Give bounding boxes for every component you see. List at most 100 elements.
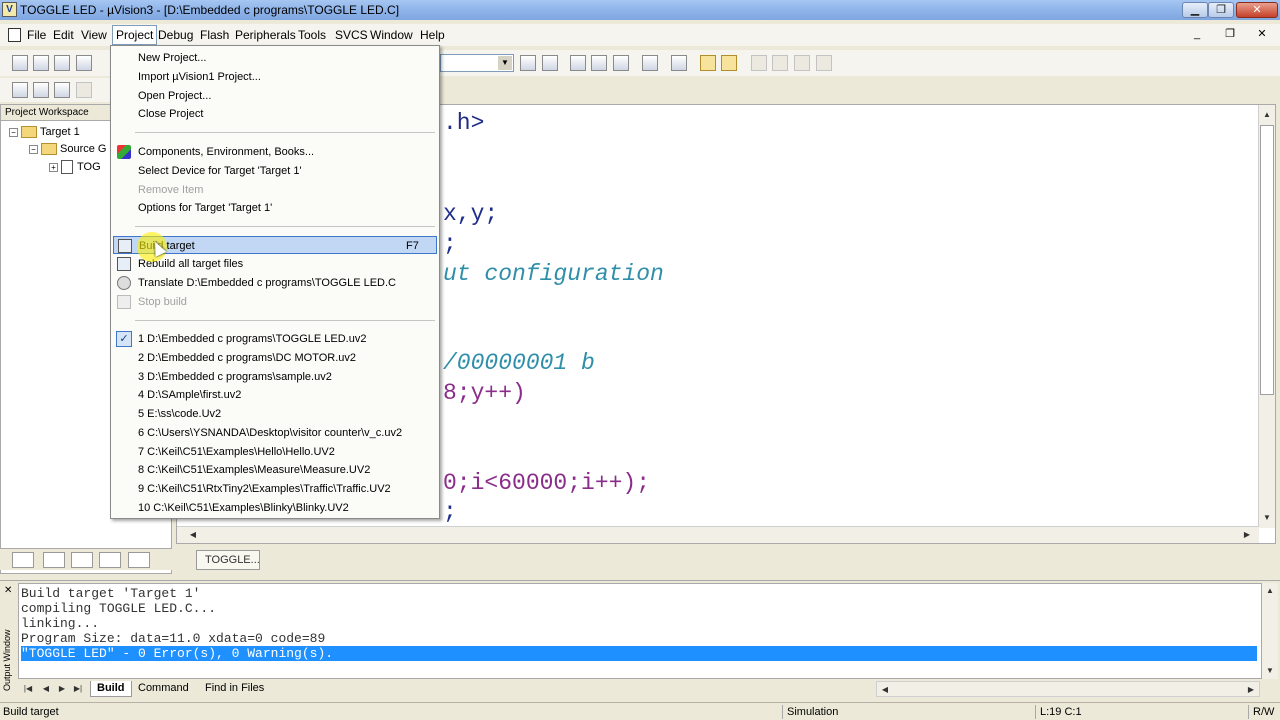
scroll-up-icon[interactable]: ▲ bbox=[1262, 583, 1278, 599]
document-icon[interactable] bbox=[8, 28, 21, 42]
debug-start-icon[interactable] bbox=[671, 55, 687, 71]
recent-project-item[interactable]: 10 C:\Keil\C51\Examples\Blinky\Blinky.UV… bbox=[113, 499, 437, 517]
save-icon[interactable] bbox=[54, 55, 70, 71]
find-in-files-icon[interactable] bbox=[542, 55, 558, 71]
first-tab-icon[interactable]: |◀ bbox=[20, 681, 36, 697]
tree-item-source-group[interactable]: − Source G bbox=[29, 143, 106, 156]
close-button[interactable]: ✕ bbox=[1236, 2, 1278, 18]
hand-icon[interactable] bbox=[751, 55, 767, 71]
scroll-down-icon[interactable]: ▼ bbox=[1259, 510, 1275, 526]
chevron-down-icon[interactable]: ▼ bbox=[498, 56, 512, 70]
arrow-right-icon[interactable] bbox=[591, 55, 607, 71]
stop-build-icon[interactable] bbox=[76, 82, 92, 98]
print-icon[interactable] bbox=[642, 55, 658, 71]
menu-item-options-for-target[interactable]: Options for Target 'Target 1' bbox=[113, 199, 437, 217]
files-tab-icon[interactable] bbox=[12, 552, 34, 568]
tab-find-in-files[interactable]: Find in Files bbox=[199, 681, 270, 697]
recent-project-item[interactable]: ✓ 1 D:\Embedded c programs\TOGGLE LED.uv… bbox=[113, 330, 437, 348]
templates-tab-icon[interactable] bbox=[128, 552, 150, 568]
menu-flash[interactable]: Flash bbox=[200, 28, 229, 42]
configure-icon[interactable] bbox=[772, 55, 788, 71]
tree-item-target[interactable]: − Target 1 bbox=[9, 126, 80, 139]
code-line[interactable]: 0;i<60000;i++); bbox=[443, 470, 650, 496]
scroll-thumb[interactable] bbox=[1260, 125, 1274, 395]
output-pane[interactable]: Build target 'Target 1' compiling TOGGLE… bbox=[18, 583, 1262, 679]
scroll-up-icon[interactable]: ▲ bbox=[1259, 107, 1275, 123]
maximize-button[interactable]: ❐ bbox=[1208, 2, 1234, 18]
last-tab-icon[interactable]: ▶| bbox=[70, 681, 86, 697]
recent-project-item[interactable]: 6 C:\Users\YSNANDA\Desktop\visitor count… bbox=[113, 424, 437, 442]
output-line-selected[interactable]: "TOGGLE LED" - 0 Error(s), 0 Warning(s). bbox=[21, 646, 1257, 661]
tab-build[interactable]: Build bbox=[90, 681, 132, 697]
tool-icon[interactable] bbox=[794, 55, 810, 71]
next-tab-icon[interactable]: ▶ bbox=[54, 681, 70, 697]
editor-horizontal-scrollbar[interactable]: ◀ ▶ bbox=[177, 526, 1259, 543]
menu-project[interactable]: Project bbox=[112, 25, 158, 45]
menu-view[interactable]: View bbox=[81, 28, 107, 42]
open-file-icon[interactable] bbox=[33, 55, 49, 71]
scroll-left-icon[interactable]: ◀ bbox=[877, 682, 893, 698]
menu-svcs[interactable]: SVCS bbox=[335, 28, 368, 42]
recent-project-item[interactable]: 5 E:\ss\code.Uv2 bbox=[113, 405, 437, 423]
menu-item-components[interactable]: Components, Environment, Books... bbox=[113, 143, 437, 161]
tab-command[interactable]: Command bbox=[132, 681, 195, 697]
minimize-button[interactable]: ▁ bbox=[1182, 2, 1208, 18]
window-icon[interactable] bbox=[816, 55, 832, 71]
code-line[interactable]: ut configuration bbox=[443, 261, 664, 287]
code-line[interactable]: .h> bbox=[443, 110, 484, 136]
workspace-toggle-icon[interactable] bbox=[700, 55, 716, 71]
menu-item-close-project[interactable]: Close Project bbox=[113, 105, 437, 123]
collapse-icon[interactable]: − bbox=[9, 127, 18, 137]
arrow-left-icon[interactable] bbox=[570, 55, 586, 71]
code-line[interactable]: ; bbox=[443, 231, 457, 257]
menu-help[interactable]: Help bbox=[420, 28, 445, 42]
save-all-icon[interactable] bbox=[76, 55, 92, 71]
books-tab-icon[interactable] bbox=[71, 552, 93, 568]
functions-tab-icon[interactable] bbox=[99, 552, 121, 568]
menu-item-new-project[interactable]: New Project... bbox=[113, 49, 437, 67]
build-icon[interactable] bbox=[33, 82, 49, 98]
recent-project-item[interactable]: 9 C:\Keil\C51\RtxTiny2\Examples\Traffic\… bbox=[113, 480, 437, 498]
menu-window[interactable]: Window bbox=[370, 28, 413, 42]
editor-vertical-scrollbar[interactable]: ▲ ▼ bbox=[1258, 105, 1275, 528]
menu-item-import-project[interactable]: Import µVision1 Project... bbox=[113, 68, 437, 86]
code-line[interactable]: ; bbox=[443, 499, 457, 525]
new-file-icon[interactable] bbox=[12, 55, 28, 71]
mdi-close-button[interactable]: ✕ bbox=[1254, 28, 1270, 42]
close-icon[interactable]: ✕ bbox=[4, 585, 12, 596]
registers-tab-icon[interactable] bbox=[43, 552, 65, 568]
rebuild-icon[interactable] bbox=[54, 82, 70, 98]
tab-toggle-led[interactable]: TOGGLE... bbox=[196, 550, 260, 570]
recent-project-item[interactable]: 8 C:\Keil\C51\Examples\Measure\Measure.U… bbox=[113, 461, 437, 479]
bookmark-icon[interactable] bbox=[613, 55, 629, 71]
collapse-icon[interactable]: − bbox=[29, 144, 38, 154]
scroll-left-icon[interactable]: ◀ bbox=[185, 527, 201, 543]
output-vertical-scrollbar[interactable]: ▲ ▼ bbox=[1262, 583, 1278, 679]
prev-tab-icon[interactable]: ◀ bbox=[38, 681, 54, 697]
scroll-right-icon[interactable]: ▶ bbox=[1239, 527, 1255, 543]
tree-item-file[interactable]: + TOG bbox=[49, 160, 101, 174]
translate-icon[interactable] bbox=[12, 82, 28, 98]
recent-project-item[interactable]: 4 D:\SAmple\first.uv2 bbox=[113, 386, 437, 404]
menu-tools[interactable]: Tools bbox=[298, 28, 326, 42]
recent-project-item[interactable]: 2 D:\Embedded c programs\DC MOTOR.uv2 bbox=[113, 349, 437, 367]
menu-edit[interactable]: Edit bbox=[53, 28, 74, 42]
menu-peripherals[interactable]: Peripherals bbox=[235, 28, 296, 42]
recent-project-item[interactable]: 7 C:\Keil\C51\Examples\Hello\Hello.UV2 bbox=[113, 443, 437, 461]
menu-item-translate[interactable]: Translate D:\Embedded c programs\TOGGLE … bbox=[113, 274, 437, 292]
menu-item-select-device[interactable]: Select Device for Target 'Target 1' bbox=[113, 162, 437, 180]
mdi-restore-button[interactable]: ❐ bbox=[1222, 28, 1238, 42]
mdi-minimize-button[interactable]: _ bbox=[1189, 28, 1205, 42]
menu-file[interactable]: File bbox=[27, 28, 46, 42]
recent-project-item[interactable]: 3 D:\Embedded c programs\sample.uv2 bbox=[113, 368, 437, 386]
code-line[interactable]: 8;y++) bbox=[443, 380, 526, 406]
find-icon[interactable] bbox=[520, 55, 536, 71]
code-line[interactable]: /00000001 b bbox=[443, 350, 595, 376]
output-horizontal-scrollbar[interactable]: ◀ ▶ bbox=[876, 681, 1260, 697]
scroll-right-icon[interactable]: ▶ bbox=[1243, 682, 1259, 698]
menu-item-open-project[interactable]: Open Project... bbox=[113, 87, 437, 105]
scroll-down-icon[interactable]: ▼ bbox=[1262, 663, 1278, 679]
output-window-toggle-icon[interactable] bbox=[721, 55, 737, 71]
menu-debug[interactable]: Debug bbox=[158, 28, 193, 42]
expand-icon[interactable]: + bbox=[49, 162, 58, 172]
